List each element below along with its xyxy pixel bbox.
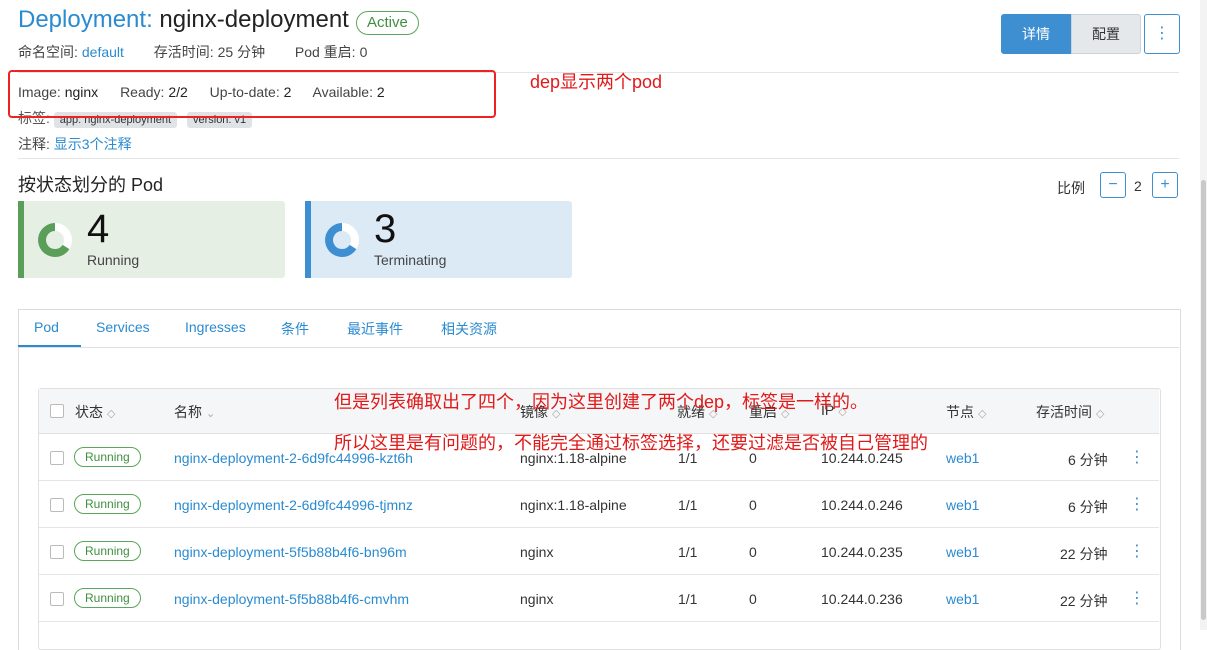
age-value: 25 分钟 (217, 44, 266, 60)
kebab-icon[interactable]: ⋮ (1129, 541, 1145, 561)
row-divider (39, 574, 1159, 575)
namespace-link[interactable]: default (82, 44, 124, 60)
sort-icon: ◇ (107, 408, 116, 420)
pod-ip: 10.244.0.235 (821, 544, 903, 560)
pod-ready: 1/1 (678, 544, 698, 560)
column-header-age[interactable]: 存活时间 ◇ (1036, 402, 1104, 422)
scale-down-button[interactable]: − (1100, 172, 1126, 198)
namespace-label: 命名空间: (18, 44, 78, 60)
show-annotations-link[interactable]: 显示3个注释 (54, 136, 132, 152)
scale-value: 2 (1134, 178, 1142, 194)
pod-image: nginx:1.18-alpine (520, 497, 627, 513)
donut-icon (38, 223, 72, 257)
scrollbar-thumb[interactable] (1201, 180, 1206, 620)
restarts-value: 0 (359, 44, 368, 60)
pod-restarts: 0 (749, 497, 757, 513)
donut-icon (325, 223, 359, 257)
detail-button[interactable]: 详情 (1001, 14, 1071, 54)
pod-image: nginx (520, 544, 554, 560)
status-badge: Running (74, 588, 141, 608)
kebab-icon[interactable]: ⋮ (1129, 588, 1145, 608)
scale-label: 比例 (1057, 180, 1085, 196)
card-accent (18, 201, 24, 278)
status-badge: Running (74, 447, 141, 467)
divider (18, 158, 1179, 159)
annotation-note-3: 所以这里是有问题的，不能完全通过标签选择，还要过滤是否被自己管理的 (334, 433, 928, 453)
row-divider (39, 480, 1159, 481)
pod-node-link[interactable]: web1 (946, 591, 979, 607)
pod-ready: 1/1 (678, 497, 698, 513)
tab-events[interactable]: 最近事件 (347, 319, 403, 339)
kebab-icon[interactable]: ⋮ (1129, 447, 1145, 467)
view-toggle: 详情 配置 (1001, 14, 1141, 54)
highlight-box (8, 70, 496, 118)
pod-age: 6 分钟 (1068, 452, 1108, 468)
pod-ip: 10.244.0.246 (821, 497, 903, 513)
sort-icon: ◇ (978, 408, 987, 420)
meta-row: 命名空间: default 存活时间: 25 分钟 Pod 重启: 0 (18, 42, 371, 62)
terminating-label: Terminating (374, 252, 447, 268)
sort-icon: ◇ (1096, 408, 1105, 420)
row-checkbox[interactable] (50, 498, 64, 512)
pod-node-link[interactable]: web1 (946, 450, 979, 466)
annotation-note-2: 但是列表确取出了四个，因为这里创建了两个dep，标签是一样的。 (334, 392, 869, 412)
status-card-terminating[interactable]: 3 Terminating (305, 201, 572, 278)
pod-age: 22 分钟 (1060, 593, 1108, 609)
pod-image: nginx (520, 591, 554, 607)
pod-ready: 1/1 (678, 591, 698, 607)
tab-pod[interactable]: Pod (34, 319, 59, 335)
tab-conditions[interactable]: 条件 (281, 319, 309, 339)
pod-age: 22 分钟 (1060, 546, 1108, 562)
resource-kind: Deployment: (18, 6, 153, 33)
row-divider (39, 527, 1159, 528)
annotations-label: 注释: (18, 136, 50, 152)
select-all-checkbox[interactable] (50, 404, 64, 418)
page-title: Deployment: nginx-deployment (18, 6, 349, 34)
pod-age: 6 分钟 (1068, 499, 1108, 515)
running-label: Running (87, 252, 140, 268)
sort-icon: ⌄ (206, 408, 216, 420)
status-card-running[interactable]: 4 Running (18, 201, 285, 278)
pod-name-link[interactable]: nginx-deployment-5f5b88b4f6-cmvhm (174, 591, 409, 607)
resource-name: nginx-deployment (159, 6, 349, 33)
kebab-icon[interactable]: ⋮ (1129, 494, 1145, 514)
row-divider (39, 621, 1159, 622)
row-checkbox[interactable] (50, 545, 64, 559)
column-header-name[interactable]: 名称 ⌄ (174, 402, 215, 422)
section-title: 按状态划分的 Pod (18, 175, 164, 195)
scale-up-button[interactable]: + (1152, 172, 1178, 198)
tab-related[interactable]: 相关资源 (441, 319, 497, 339)
pod-name-link[interactable]: nginx-deployment-5f5b88b4f6-bn96m (174, 544, 407, 560)
card-accent (305, 201, 311, 278)
status-badge: Running (74, 541, 141, 561)
column-header-node[interactable]: 节点 ◇ (946, 402, 986, 422)
status-badge: Active (356, 11, 419, 35)
config-button[interactable]: 配置 (1071, 14, 1141, 54)
tab-ingresses[interactable]: Ingresses (185, 319, 246, 335)
pod-node-link[interactable]: web1 (946, 497, 979, 513)
annotations-row: 注释: 显示3个注释 (18, 134, 132, 154)
more-actions-button[interactable]: ⋮ (1144, 14, 1180, 54)
status-badge: Running (74, 494, 141, 514)
age-label: 存活时间: (153, 44, 214, 60)
divider (18, 347, 1179, 348)
row-checkbox[interactable] (50, 592, 64, 606)
pod-name-link[interactable]: nginx-deployment-2-6d9fc44996-tjmnz (174, 497, 413, 513)
terminating-count: 3 (374, 207, 397, 251)
running-count: 4 (87, 207, 110, 251)
row-checkbox[interactable] (50, 451, 64, 465)
pod-node-link[interactable]: web1 (946, 544, 979, 560)
pod-restarts: 0 (749, 591, 757, 607)
pod-restarts: 0 (749, 544, 757, 560)
pod-ip: 10.244.0.236 (821, 591, 903, 607)
tab-services[interactable]: Services (96, 319, 150, 335)
column-header-status[interactable]: 状态 ◇ (75, 402, 115, 422)
annotation-note-1: dep显示两个pod (530, 72, 663, 92)
restarts-label: Pod 重启: (294, 44, 356, 60)
